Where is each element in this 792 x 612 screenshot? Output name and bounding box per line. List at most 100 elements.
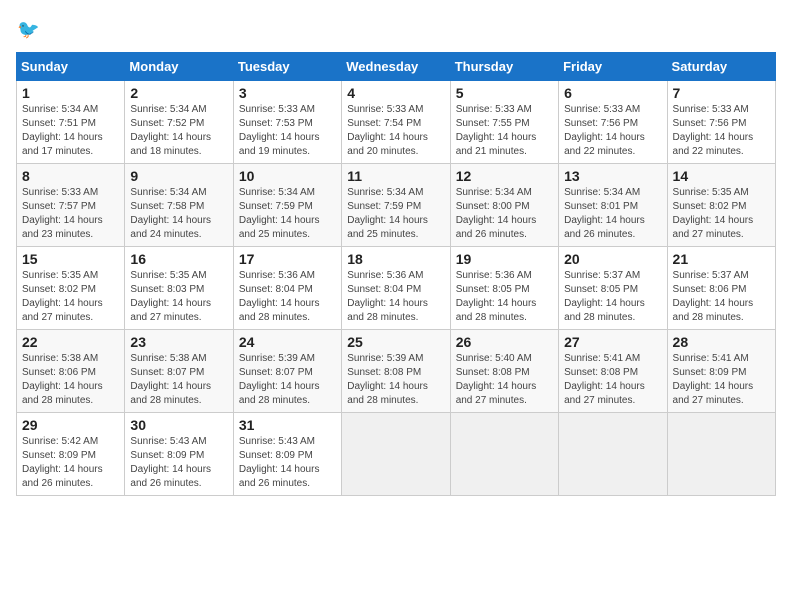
col-header-friday: Friday: [559, 53, 667, 81]
header-row: SundayMondayTuesdayWednesdayThursdayFrid…: [17, 53, 776, 81]
cell-content: Sunrise: 5:37 AMSunset: 8:05 PMDaylight:…: [564, 269, 661, 325]
day-number: 14: [673, 168, 770, 184]
header: 🐦: [16, 16, 776, 44]
cell-content: Sunrise: 5:34 AMSunset: 7:59 PMDaylight:…: [239, 186, 336, 242]
cell-content: Sunrise: 5:41 AMSunset: 8:09 PMDaylight:…: [673, 352, 770, 408]
calendar-cell: [342, 413, 450, 496]
day-number: 29: [22, 417, 119, 433]
calendar-cell: 28 Sunrise: 5:41 AMSunset: 8:09 PMDayligh…: [667, 330, 775, 413]
day-number: 8: [22, 168, 119, 184]
calendar-cell: 13Sunrise: 5:34 AMSunset: 8:01 PMDayligh…: [559, 164, 667, 247]
cell-content: Sunrise: 5:37 AMSunset: 8:06 PMDaylight:…: [673, 269, 770, 325]
cell-content: Sunrise: 5:33 AMSunset: 7:54 PMDaylight:…: [347, 103, 444, 159]
day-number: 3: [239, 85, 336, 101]
day-number: 24: [239, 334, 336, 350]
day-number: 28: [673, 334, 770, 350]
cell-content: Sunrise: 5:33 AMSunset: 7:56 PMDaylight:…: [673, 103, 770, 159]
calendar-cell: 2 Sunrise: 5:34 AMSunset: 7:52 PMDaylight…: [125, 81, 233, 164]
calendar-cell: 9Sunrise: 5:34 AMSunset: 7:58 PMDaylight…: [125, 164, 233, 247]
calendar-cell: 3Sunrise: 5:33 AMSunset: 7:53 PMDaylight…: [233, 81, 341, 164]
week-row-2: 8Sunrise: 5:33 AMSunset: 7:57 PMDaylight…: [17, 164, 776, 247]
calendar-cell: 5 Sunrise: 5:33 AMSunset: 7:55 PMDaylight…: [450, 81, 558, 164]
cell-content: Sunrise: 5:34 AMSunset: 7:51 PMDaylight:…: [22, 103, 119, 159]
cell-content: Sunrise: 5:34 AMSunset: 7:52 PMDaylight:…: [130, 103, 227, 159]
calendar-cell: 18 Sunrise: 5:36 AMSunset: 8:04 PMDayligh…: [342, 247, 450, 330]
day-number: 27: [564, 334, 661, 350]
cell-content: Sunrise: 5:35 AMSunset: 8:03 PMDaylight:…: [130, 269, 227, 325]
calendar-cell: 12 Sunrise: 5:34 AMSunset: 8:00 PMDayligh…: [450, 164, 558, 247]
logo-icon: 🐦: [16, 16, 44, 44]
calendar-cell: 29 Sunrise: 5:42 AMSunset: 8:09 PMDayligh…: [17, 413, 125, 496]
cell-content: Sunrise: 5:39 AMSunset: 8:07 PMDaylight:…: [239, 352, 336, 408]
cell-content: Sunrise: 5:35 AMSunset: 8:02 PMDaylight:…: [22, 269, 119, 325]
logo: 🐦: [16, 16, 48, 44]
day-number: 5: [456, 85, 553, 101]
cell-content: Sunrise: 5:41 AMSunset: 8:08 PMDaylight:…: [564, 352, 661, 408]
day-number: 12: [456, 168, 553, 184]
day-number: 30: [130, 417, 227, 433]
calendar-cell: 22 Sunrise: 5:38 AMSunset: 8:06 PMDayligh…: [17, 330, 125, 413]
calendar-cell: 8Sunrise: 5:33 AMSunset: 7:57 PMDaylight…: [17, 164, 125, 247]
col-header-thursday: Thursday: [450, 53, 558, 81]
col-header-tuesday: Tuesday: [233, 53, 341, 81]
calendar-cell: 26 Sunrise: 5:40 AMSunset: 8:08 PMDayligh…: [450, 330, 558, 413]
calendar-cell: 23 Sunrise: 5:38 AMSunset: 8:07 PMDayligh…: [125, 330, 233, 413]
day-number: 15: [22, 251, 119, 267]
col-header-sunday: Sunday: [17, 53, 125, 81]
day-number: 25: [347, 334, 444, 350]
cell-content: Sunrise: 5:34 AMSunset: 8:00 PMDaylight:…: [456, 186, 553, 242]
cell-content: Sunrise: 5:43 AMSunset: 8:09 PMDaylight:…: [130, 435, 227, 491]
cell-content: Sunrise: 5:38 AMSunset: 8:06 PMDaylight:…: [22, 352, 119, 408]
col-header-wednesday: Wednesday: [342, 53, 450, 81]
week-row-3: 15 Sunrise: 5:35 AMSunset: 8:02 PMDayligh…: [17, 247, 776, 330]
day-number: 17: [239, 251, 336, 267]
day-number: 2: [130, 85, 227, 101]
col-header-saturday: Saturday: [667, 53, 775, 81]
day-number: 7: [673, 85, 770, 101]
calendar-cell: 15 Sunrise: 5:35 AMSunset: 8:02 PMDayligh…: [17, 247, 125, 330]
calendar-cell: 6Sunrise: 5:33 AMSunset: 7:56 PMDaylight…: [559, 81, 667, 164]
calendar-cell: [559, 413, 667, 496]
calendar-cell: 7 Sunrise: 5:33 AMSunset: 7:56 PMDaylight…: [667, 81, 775, 164]
calendar-cell: 14 Sunrise: 5:35 AMSunset: 8:02 PMDayligh…: [667, 164, 775, 247]
day-number: 1: [22, 85, 119, 101]
svg-text:🐦: 🐦: [17, 20, 40, 40]
day-number: 11: [347, 168, 444, 184]
calendar-cell: 21Sunrise: 5:37 AMSunset: 8:06 PMDayligh…: [667, 247, 775, 330]
cell-content: Sunrise: 5:38 AMSunset: 8:07 PMDaylight:…: [130, 352, 227, 408]
calendar-cell: 16 Sunrise: 5:35 AMSunset: 8:03 PMDayligh…: [125, 247, 233, 330]
cell-content: Sunrise: 5:39 AMSunset: 8:08 PMDaylight:…: [347, 352, 444, 408]
cell-content: Sunrise: 5:42 AMSunset: 8:09 PMDaylight:…: [22, 435, 119, 491]
day-number: 26: [456, 334, 553, 350]
cell-content: Sunrise: 5:36 AMSunset: 8:04 PMDaylight:…: [347, 269, 444, 325]
day-number: 22: [22, 334, 119, 350]
calendar-cell: 27 Sunrise: 5:41 AMSunset: 8:08 PMDayligh…: [559, 330, 667, 413]
calendar-cell: 1 Sunrise: 5:34 AMSunset: 7:51 PMDaylight…: [17, 81, 125, 164]
cell-content: Sunrise: 5:34 AMSunset: 7:58 PMDaylight:…: [130, 186, 227, 242]
calendar-cell: 4 Sunrise: 5:33 AMSunset: 7:54 PMDaylight…: [342, 81, 450, 164]
day-number: 19: [456, 251, 553, 267]
cell-content: Sunrise: 5:40 AMSunset: 8:08 PMDaylight:…: [456, 352, 553, 408]
calendar-cell: 25 Sunrise: 5:39 AMSunset: 8:08 PMDayligh…: [342, 330, 450, 413]
calendar-cell: 31Sunrise: 5:43 AMSunset: 8:09 PMDayligh…: [233, 413, 341, 496]
col-header-monday: Monday: [125, 53, 233, 81]
cell-content: Sunrise: 5:36 AMSunset: 8:04 PMDaylight:…: [239, 269, 336, 325]
day-number: 31: [239, 417, 336, 433]
week-row-4: 22 Sunrise: 5:38 AMSunset: 8:06 PMDayligh…: [17, 330, 776, 413]
cell-content: Sunrise: 5:35 AMSunset: 8:02 PMDaylight:…: [673, 186, 770, 242]
day-number: 13: [564, 168, 661, 184]
calendar-cell: 11 Sunrise: 5:34 AMSunset: 7:59 PMDayligh…: [342, 164, 450, 247]
cell-content: Sunrise: 5:33 AMSunset: 7:55 PMDaylight:…: [456, 103, 553, 159]
day-number: 20: [564, 251, 661, 267]
cell-content: Sunrise: 5:33 AMSunset: 7:56 PMDaylight:…: [564, 103, 661, 159]
day-number: 4: [347, 85, 444, 101]
calendar-cell: [667, 413, 775, 496]
day-number: 18: [347, 251, 444, 267]
calendar-cell: 24 Sunrise: 5:39 AMSunset: 8:07 PMDayligh…: [233, 330, 341, 413]
day-number: 16: [130, 251, 227, 267]
cell-content: Sunrise: 5:34 AMSunset: 7:59 PMDaylight:…: [347, 186, 444, 242]
calendar-cell: [450, 413, 558, 496]
cell-content: Sunrise: 5:36 AMSunset: 8:05 PMDaylight:…: [456, 269, 553, 325]
calendar-cell: 30 Sunrise: 5:43 AMSunset: 8:09 PMDayligh…: [125, 413, 233, 496]
day-number: 23: [130, 334, 227, 350]
